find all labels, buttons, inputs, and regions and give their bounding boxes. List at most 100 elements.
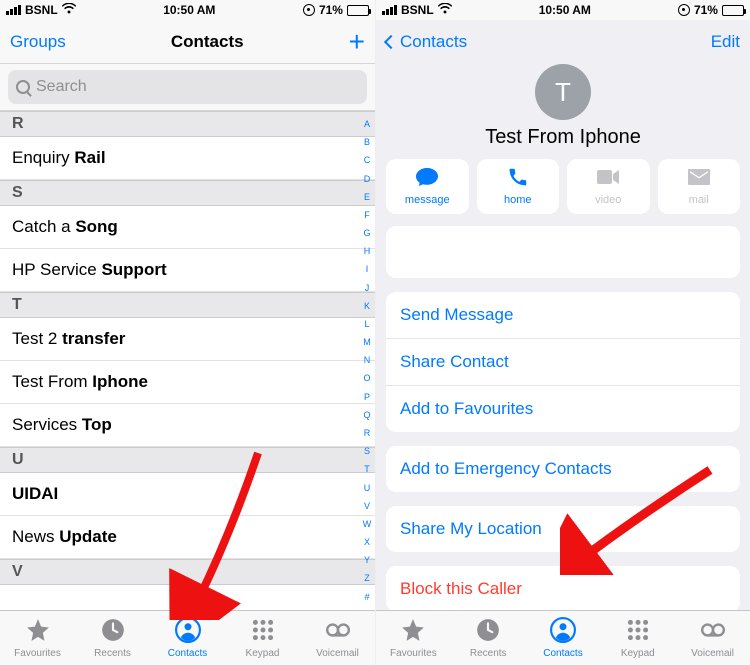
index-letter[interactable]: R	[364, 428, 371, 438]
quick-action-message[interactable]: message	[386, 159, 469, 214]
index-letter[interactable]: N	[364, 355, 371, 365]
index-letter[interactable]: V	[364, 501, 370, 511]
search-placeholder: Search	[36, 78, 87, 96]
status-bar: BSNL 10:50 AM 71%	[0, 0, 375, 20]
contacts-icon	[550, 617, 576, 646]
tab-favourites[interactable]: Favourites	[0, 611, 75, 665]
battery-pct-label: 71%	[319, 3, 343, 17]
index-letter[interactable]: O	[363, 373, 370, 383]
index-letter[interactable]: A	[364, 119, 370, 129]
index-letter[interactable]: E	[364, 192, 370, 202]
index-letter[interactable]: K	[364, 301, 370, 311]
index-letter[interactable]: #	[364, 592, 369, 602]
nav-bar: Groups Contacts +	[0, 20, 375, 64]
tab-keypad[interactable]: Keypad	[225, 611, 300, 665]
quick-action-label: message	[405, 194, 450, 206]
clock-label: 10:50 AM	[163, 3, 215, 17]
index-letter[interactable]: U	[364, 483, 371, 493]
tab-label: Keypad	[621, 648, 655, 659]
index-letter[interactable]: W	[363, 519, 372, 529]
tab-voicemail[interactable]: Voicemail	[675, 611, 750, 665]
contact-row[interactable]: Catch a Song	[0, 206, 375, 249]
index-letter[interactable]: Y	[364, 555, 370, 565]
contacts-list[interactable]: REnquiry RailSCatch a SongHP Service Sup…	[0, 111, 375, 610]
page-title: Contacts	[171, 32, 244, 52]
section-header: R	[0, 111, 375, 137]
keypad-icon	[625, 617, 651, 646]
tab-bar: FavouritesRecentsContactsKeypad Voicemail	[0, 610, 375, 665]
contact-row[interactable]: Test From Iphone	[0, 361, 375, 404]
search-icon	[16, 80, 30, 94]
recents-icon	[100, 617, 126, 646]
action-group: Send MessageShare ContactAdd to Favourit…	[386, 292, 740, 432]
share-contact-row[interactable]: Share Contact	[386, 339, 740, 386]
quick-action-home[interactable]: home	[477, 159, 560, 214]
tab-favourites[interactable]: Favourites	[376, 611, 451, 665]
add-to-emergency-contacts-row[interactable]: Add to Emergency Contacts	[386, 446, 740, 492]
contact-detail-screen: BSNL 10:50 AM 71% Contacts Edit T Test F…	[375, 0, 750, 665]
index-letter[interactable]: D	[364, 174, 371, 184]
share-my-location-row[interactable]: Share My Location	[386, 506, 740, 552]
index-letter[interactable]: M	[363, 337, 371, 347]
tab-contacts[interactable]: Contacts	[526, 611, 601, 665]
index-letter[interactable]: Q	[363, 410, 370, 420]
contact-row[interactable]: HP Service Support	[0, 249, 375, 292]
back-button[interactable]: Contacts	[386, 32, 467, 52]
groups-button[interactable]: Groups	[10, 32, 66, 52]
contact-row[interactable]: UIDAI	[0, 473, 375, 516]
add-contact-button[interactable]: +	[349, 28, 365, 56]
chevron-left-icon	[384, 35, 398, 49]
index-letter[interactable]: S	[364, 446, 370, 456]
add-to-favourites-row[interactable]: Add to Favourites	[386, 386, 740, 432]
index-letter[interactable]: G	[363, 228, 370, 238]
action-group: Share My Location	[386, 506, 740, 552]
tab-label: Favourites	[390, 648, 437, 659]
index-letter[interactable]: Z	[364, 573, 370, 583]
tab-label: Voicemail	[316, 648, 359, 659]
index-letter[interactable]: J	[365, 283, 370, 293]
quick-action-video: video	[567, 159, 650, 214]
back-label: Contacts	[400, 32, 467, 52]
tab-contacts[interactable]: Contacts	[150, 611, 225, 665]
index-letter[interactable]: H	[364, 246, 371, 256]
avatar: T	[535, 64, 591, 120]
clock-label: 10:50 AM	[539, 3, 591, 17]
search-input[interactable]: Search	[8, 70, 367, 104]
block-this-caller-row[interactable]: Block this Caller	[386, 566, 740, 610]
section-header: T	[0, 292, 375, 318]
tab-label: Contacts	[543, 648, 582, 659]
contact-row[interactable]: Enquiry Rail	[0, 137, 375, 180]
tab-voicemail[interactable]: Voicemail	[300, 611, 375, 665]
wifi-icon	[438, 3, 452, 17]
index-letter[interactable]: B	[364, 137, 370, 147]
index-letter[interactable]: X	[364, 537, 370, 547]
tab-recents[interactable]: Recents	[451, 611, 526, 665]
index-letter[interactable]: T	[364, 464, 370, 474]
index-letter[interactable]: F	[364, 210, 370, 220]
tab-keypad[interactable]: Keypad	[600, 611, 675, 665]
tab-recents[interactable]: Recents	[75, 611, 150, 665]
video-icon	[596, 167, 620, 190]
index-letter[interactable]: I	[366, 264, 369, 274]
info-card	[386, 226, 740, 278]
contact-name: Test From Iphone	[376, 126, 750, 149]
index-strip[interactable]: ABCDEFGHIJKLMNOPQRSTUVWXYZ #	[360, 111, 374, 610]
contact-row[interactable]: Services Top	[0, 404, 375, 447]
contacts-icon	[175, 617, 201, 646]
index-letter[interactable]: L	[364, 319, 369, 329]
tab-label: Voicemail	[691, 648, 734, 659]
edit-button[interactable]: Edit	[711, 32, 740, 52]
signal-icon	[6, 5, 21, 15]
index-letter[interactable]: P	[364, 392, 370, 402]
index-letter[interactable]: C	[364, 155, 371, 165]
carrier-label: BSNL	[401, 3, 434, 17]
message-icon	[415, 167, 439, 190]
favourites-icon	[400, 617, 426, 646]
contact-row[interactable]: Test 2 transfer	[0, 318, 375, 361]
contact-row[interactable]: News Update	[0, 516, 375, 559]
detail-body: T Test From Iphone messagehomevideomail …	[376, 64, 750, 610]
send-message-row[interactable]: Send Message	[386, 292, 740, 339]
voicemail-icon	[700, 617, 726, 646]
action-group: Add to Emergency Contacts	[386, 446, 740, 492]
section-header: S	[0, 180, 375, 206]
